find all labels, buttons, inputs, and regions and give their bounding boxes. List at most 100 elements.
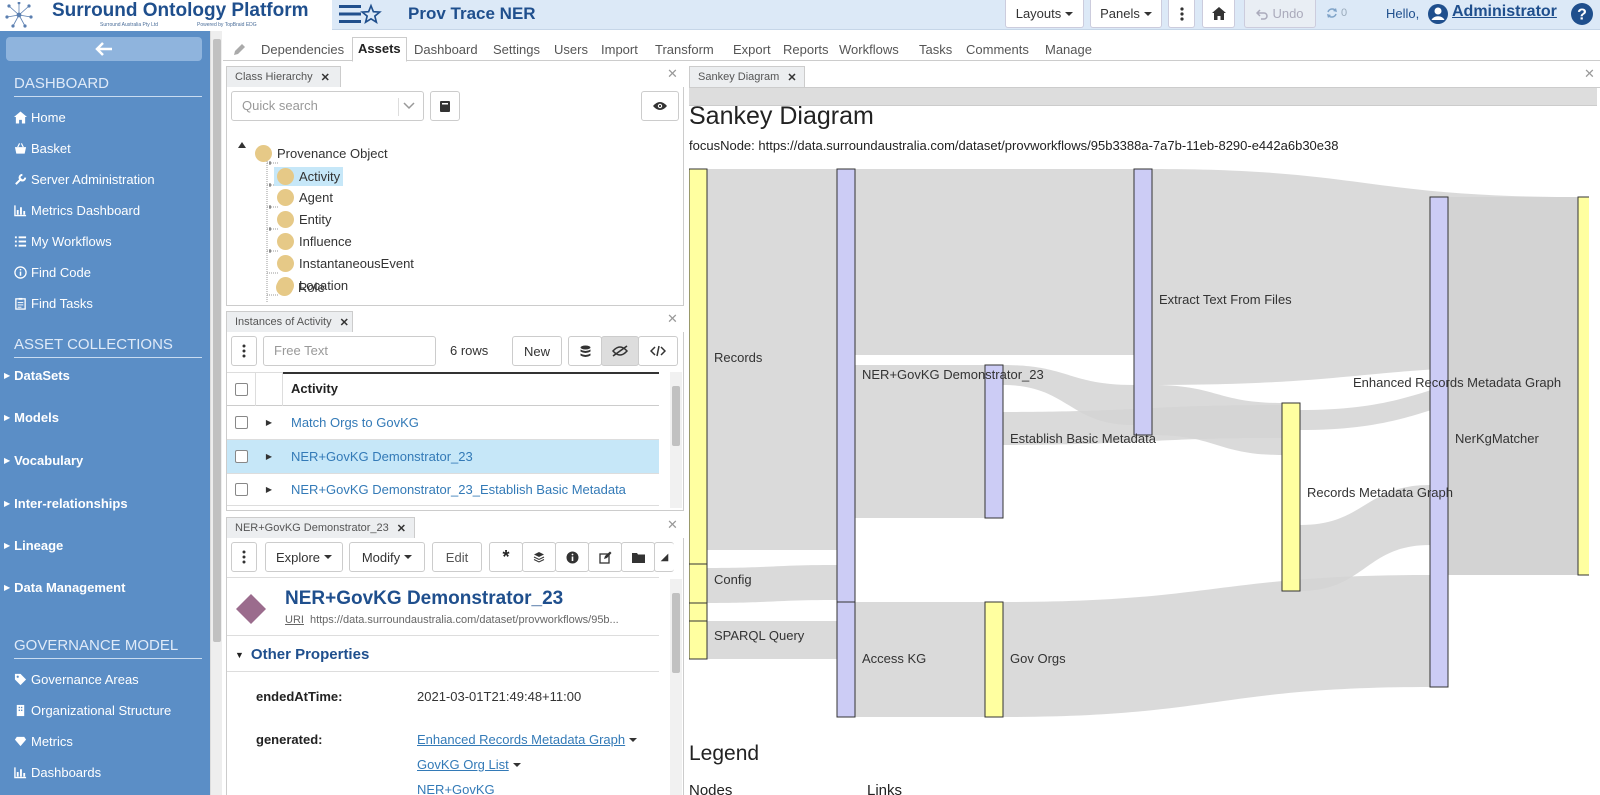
row-checkbox[interactable]: [234, 450, 248, 463]
sidebar-item-metrics[interactable]: Metrics: [14, 734, 73, 749]
select-all-checkbox[interactable]: [234, 382, 248, 396]
sidebar-item-home[interactable]: Home: [14, 110, 66, 125]
layouts-button[interactable]: Layouts: [1005, 0, 1084, 28]
tab-settings[interactable]: Settings: [493, 42, 540, 57]
panel-tab-sankey[interactable]: Sankey Diagram ✕: [689, 66, 805, 87]
table-row[interactable]: ▶ Match Orgs to GovKG: [227, 406, 659, 440]
more-options-button[interactable]: [231, 542, 257, 572]
database-button[interactable]: [568, 336, 602, 366]
sidebar-item-vocabulary[interactable]: ▶ Vocabulary: [4, 453, 83, 468]
panel-tab-detail[interactable]: NER+GovKG Demonstrator_23 ✕: [226, 517, 415, 538]
chevron-down-icon[interactable]: [403, 102, 415, 110]
tab-dependencies[interactable]: Dependencies: [261, 42, 344, 57]
code-button[interactable]: [638, 336, 678, 366]
book-button[interactable]: [430, 91, 460, 121]
sankey-link-govorgs-to-nerkg[interactable]: [1003, 575, 1430, 717]
sidebar-item-data-management[interactable]: ▶ Data Management: [4, 580, 125, 595]
user-link[interactable]: Administrator: [1452, 3, 1557, 21]
chevron-down-icon[interactable]: [629, 737, 638, 742]
tree-node-entity[interactable]: Entity: [277, 211, 332, 228]
detail-scrollbar[interactable]: [670, 579, 682, 795]
sankey-node-ner[interactable]: [836, 168, 856, 668]
sidebar-item-organizational-structure[interactable]: Organizational Structure: [14, 703, 171, 718]
sankey-node-basic[interactable]: [984, 364, 1004, 519]
edit-form-button[interactable]: [588, 542, 622, 572]
row-checkbox[interactable]: [234, 483, 248, 496]
tab-reports[interactable]: Reports: [783, 42, 829, 57]
tab-users[interactable]: Users: [554, 42, 588, 57]
sankey-node-access[interactable]: [836, 601, 856, 718]
instances-scrollbar[interactable]: [670, 372, 682, 508]
close-panel-icon[interactable]: ✕: [667, 66, 678, 82]
folder-button[interactable]: [621, 542, 655, 572]
redo-button[interactable]: 0: [1326, 7, 1347, 19]
panels-button[interactable]: Panels: [1090, 0, 1162, 28]
sidebar-item-server-administration[interactable]: Server Administration: [14, 172, 155, 187]
sankey-node-rmg[interactable]: [1281, 402, 1301, 592]
row-checkbox[interactable]: [234, 416, 248, 429]
sankey-link-ner-to-basic[interactable]: [855, 365, 985, 518]
hide-button[interactable]: [601, 336, 639, 366]
table-row-selected[interactable]: ▶ NER+GovKG Demonstrator_23: [227, 440, 659, 474]
edit-button[interactable]: Edit: [432, 542, 482, 572]
new-instance-button[interactable]: New: [512, 336, 562, 366]
scrollbar-thumb[interactable]: [213, 39, 221, 642]
generated-link-ermg[interactable]: Enhanced Records Metadata Graph: [417, 732, 638, 747]
sankey-node-config[interactable]: [689, 563, 708, 604]
star-icon[interactable]: [360, 2, 382, 26]
close-icon[interactable]: ✕: [321, 71, 330, 84]
row-link[interactable]: NER+GovKG Demonstrator_23: [283, 449, 473, 464]
sankey-node-govorgs[interactable]: [984, 601, 1004, 718]
table-row[interactable]: ▶ NER+GovKG Demonstrator_23_Establish Bas…: [227, 474, 659, 506]
sankey-link-ner-to-extract[interactable]: [855, 169, 1134, 355]
tab-workflows[interactable]: Workflows: [839, 42, 899, 57]
visibility-button[interactable]: [641, 91, 679, 121]
more-options-button[interactable]: [231, 336, 257, 366]
sankey-node-ermg[interactable]: [1577, 196, 1589, 576]
scrollbar-thumb[interactable]: [672, 386, 680, 446]
tab-transform[interactable]: Transform: [655, 42, 714, 57]
row-link[interactable]: NER+GovKG Demonstrator_23_Establish Basi…: [283, 482, 626, 497]
tab-import[interactable]: Import: [601, 42, 638, 57]
panel-tab-instances[interactable]: Instances of Activity ✕: [226, 311, 353, 332]
sidebar-item-models[interactable]: ▶ Models: [4, 410, 59, 425]
sidebar-item-inter-relationships[interactable]: ▶ Inter-relationships: [4, 496, 128, 511]
info-button[interactable]: [555, 542, 589, 572]
tab-export[interactable]: Export: [733, 42, 771, 57]
sidebar-item-basket[interactable]: Basket: [14, 141, 71, 156]
generated-link-ner-govkg[interactable]: NER+GovKG: [417, 782, 495, 795]
generated-link-govkg-org-list[interactable]: GovKG Org List: [417, 757, 521, 772]
tab-manage[interactable]: Manage: [1045, 42, 1092, 57]
close-panel-icon[interactable]: ✕: [667, 517, 678, 533]
layers-button[interactable]: [522, 542, 556, 572]
sankey-node-nerkg[interactable]: [1429, 196, 1449, 688]
tab-comments[interactable]: Comments: [966, 42, 1029, 57]
tree-node-root[interactable]: Provenance Object: [255, 145, 388, 162]
sidebar-item-metrics-dashboard[interactable]: Metrics Dashboard: [14, 203, 140, 218]
chevron-down-icon[interactable]: [512, 762, 521, 767]
sidebar-item-find-code[interactable]: Find Code: [14, 265, 91, 280]
tab-tasks[interactable]: Tasks: [919, 42, 952, 57]
sidebar-item-find-tasks[interactable]: Find Tasks: [14, 296, 93, 311]
home-button[interactable]: [1202, 0, 1235, 28]
panel-tab-class-hierarchy[interactable]: Class Hierarchy ✕: [226, 66, 341, 87]
scrollbar-thumb[interactable]: [672, 593, 680, 673]
column-header-activity[interactable]: Activity: [283, 372, 659, 406]
collapse-sidebar-button[interactable]: [6, 37, 202, 61]
modify-button[interactable]: Modify: [349, 542, 425, 572]
tree-node-activity[interactable]: Activity: [274, 167, 344, 186]
close-panel-icon[interactable]: ✕: [667, 311, 678, 327]
help-icon[interactable]: ?: [1570, 2, 1594, 26]
tree-node-agent[interactable]: Agent: [277, 189, 333, 206]
sidebar-item-lineage[interactable]: ▶ Lineage: [4, 538, 63, 553]
sankey-node-extract[interactable]: [1133, 168, 1153, 436]
tree-node-instantaneousevent[interactable]: InstantaneousEvent: [277, 255, 414, 272]
asterisk-button[interactable]: *: [489, 542, 523, 572]
tab-assets[interactable]: Assets: [352, 37, 407, 62]
close-icon[interactable]: ✕: [787, 71, 796, 84]
expand-row-icon[interactable]: ▶: [255, 418, 283, 427]
sidebar-item-datasets[interactable]: ▶ DataSets: [4, 368, 70, 383]
section-toggle-other-properties[interactable]: ▼ Other Properties: [235, 646, 369, 663]
sidebar-item-my-workflows[interactable]: My Workflows: [14, 234, 112, 249]
sidebar-item-dashboards[interactable]: Dashboards: [14, 765, 101, 780]
